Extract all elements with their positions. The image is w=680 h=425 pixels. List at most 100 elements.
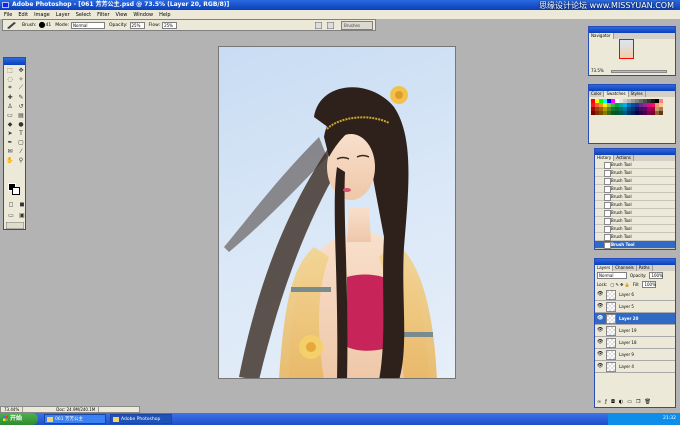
link-layers-icon[interactable]: ∞ — [597, 399, 601, 405]
menu-window[interactable]: Window — [133, 12, 153, 18]
standard-screen-mode-icon[interactable]: ▭ — [6, 211, 16, 219]
menu-select[interactable]: Select — [76, 12, 91, 18]
color-swatch[interactable] — [659, 111, 663, 115]
menu-edit[interactable]: Edit — [18, 12, 28, 18]
mode-select[interactable]: Normal — [71, 21, 106, 29]
tab-navigator[interactable]: Navigator — [589, 33, 614, 39]
layer-visibility-eye-icon[interactable]: 👁 — [597, 364, 603, 369]
history-state[interactable]: Brush Tool — [595, 217, 675, 225]
layer-visibility-eye-icon[interactable]: 👁 — [597, 316, 603, 321]
eyedropper-tool-icon[interactable]: ⁄ — [16, 147, 26, 155]
layer-opacity-input[interactable]: 100% — [649, 272, 664, 279]
type-tool-icon[interactable]: T — [16, 129, 26, 137]
marquee-tool-icon[interactable]: ⬚ — [5, 66, 15, 74]
quick-mask-mode-icon[interactable]: ◼ — [17, 200, 27, 208]
navigator-zoom-value[interactable]: 73.5% — [591, 68, 604, 73]
tab-layers[interactable]: Layers — [595, 265, 614, 271]
history-state[interactable]: Brush Tool — [595, 161, 675, 169]
history-state[interactable]: Brush Tool — [595, 209, 675, 217]
pen-tool-icon[interactable]: ✒ — [5, 138, 15, 146]
dodge-tool-icon[interactable]: ● — [16, 120, 26, 128]
layer-visibility-eye-icon[interactable]: 👁 — [597, 304, 603, 309]
slice-tool-icon[interactable]: ⟋ — [16, 84, 26, 92]
tab-swatches[interactable]: Swatches — [604, 91, 629, 97]
history-state[interactable]: Brush Tool — [595, 177, 675, 185]
tab-channels[interactable]: Channels — [613, 265, 637, 271]
tab-styles[interactable]: Styles — [629, 91, 646, 97]
adjustment-layer-icon[interactable]: ◐ — [619, 399, 623, 405]
layer-row[interactable]: 👁 Layer 4 — [595, 361, 675, 373]
tab-paths[interactable]: Paths — [637, 265, 653, 271]
layer-visibility-eye-icon[interactable]: 👁 — [597, 340, 603, 345]
taskbar-clock[interactable]: 21:32 — [663, 416, 676, 421]
opacity-input[interactable]: 25% — [129, 21, 145, 29]
layer-row[interactable]: 👁 Layer 18 — [595, 337, 675, 349]
taskbar-item-photoshop[interactable]: Adobe Photoshop — [110, 414, 172, 424]
layer-row[interactable]: 👁 Layer 20 — [595, 313, 675, 325]
standard-mode-icon[interactable]: ◻ — [6, 200, 16, 208]
jump-to-imageready-icon[interactable] — [5, 221, 25, 231]
layer-fill-input[interactable]: 100% — [642, 281, 657, 288]
blur-tool-icon[interactable]: ◆ — [5, 120, 15, 128]
layer-row[interactable]: 👁 Layer 6 — [595, 289, 675, 301]
layer-row[interactable]: 👁 Layer 5 — [595, 301, 675, 313]
document-canvas[interactable] — [218, 46, 456, 379]
history-state[interactable]: Brush Tool — [595, 225, 675, 233]
full-screen-mode-icon[interactable]: ▣ — [17, 211, 27, 219]
lasso-tool-icon[interactable]: ◌ — [5, 75, 15, 83]
layer-blend-mode-select[interactable]: Normal — [597, 272, 627, 279]
new-layer-icon[interactable]: ❐ — [636, 399, 640, 405]
notes-tool-icon[interactable]: ✉ — [5, 147, 15, 155]
history-state[interactable]: Brush Tool — [595, 241, 675, 249]
gradient-tool-icon[interactable]: ▤ — [16, 111, 26, 119]
tab-color[interactable]: Color — [589, 91, 605, 97]
background-color-swatch[interactable] — [12, 187, 20, 195]
history-brush-tool-icon[interactable]: ↺ — [16, 102, 26, 110]
taskbar-item-folder[interactable]: 061 芳芳公主 — [44, 414, 106, 424]
menu-filter[interactable]: Filter — [97, 12, 109, 18]
airbrush-toggle-icon[interactable] — [315, 22, 322, 29]
toolbox-header[interactable] — [4, 58, 25, 65]
palette-well-icon[interactable] — [327, 22, 334, 29]
crop-tool-icon[interactable]: ⌗ — [5, 84, 15, 92]
menu-image[interactable]: Image — [34, 12, 50, 18]
brush-picker[interactable]: Brush: ● 41 — [22, 21, 51, 29]
menu-file[interactable]: File — [4, 12, 12, 18]
magic-wand-tool-icon[interactable]: ✧ — [16, 75, 26, 83]
history-state[interactable]: Brush Tool — [595, 201, 675, 209]
eraser-tool-icon[interactable]: ▭ — [5, 111, 15, 119]
title-bar[interactable]: Adobe Photoshop - [061 芳芳公主.psd @ 73.5% … — [0, 0, 680, 10]
history-state[interactable]: Brush Tool — [595, 193, 675, 201]
shape-tool-icon[interactable]: ▢ — [16, 138, 26, 146]
layer-visibility-eye-icon[interactable]: 👁 — [597, 292, 603, 297]
history-state[interactable]: Brush Tool — [595, 169, 675, 177]
layer-visibility-eye-icon[interactable]: 👁 — [597, 352, 603, 357]
layer-row[interactable]: 👁 Layer 9 — [595, 349, 675, 361]
menu-layer[interactable]: Layer — [56, 12, 70, 18]
brush-tool-icon[interactable]: ✎ — [16, 93, 26, 101]
lock-icon[interactable]: ▢ ✎ ✥ 🔒 — [610, 282, 629, 287]
clone-stamp-tool-icon[interactable]: ♙ — [5, 102, 15, 110]
path-selection-tool-icon[interactable]: ➤ — [5, 129, 15, 137]
layer-row[interactable]: 👁 Layer 19 — [595, 325, 675, 337]
brushes-palette-tab[interactable]: Brushes — [341, 21, 373, 30]
move-tool-icon[interactable]: ✥ — [16, 66, 26, 74]
menu-help[interactable]: Help — [159, 12, 170, 18]
menu-view[interactable]: View — [116, 12, 128, 18]
hand-tool-icon[interactable]: ✋ — [5, 156, 15, 164]
flow-input[interactable]: 25% — [162, 21, 178, 29]
history-state[interactable]: Brush Tool — [595, 233, 675, 241]
zoom-tool-icon[interactable]: ⚲ — [16, 156, 26, 164]
layer-visibility-eye-icon[interactable]: 👁 — [597, 328, 603, 333]
start-button[interactable]: 开始 — [0, 413, 38, 425]
status-doc-size[interactable]: Doc: 24.9M/240.1M — [53, 407, 100, 412]
status-zoom[interactable]: 73.44% — [1, 407, 24, 412]
delete-layer-icon[interactable]: 🗑 — [645, 399, 651, 405]
new-group-icon[interactable]: ▭ — [627, 399, 632, 405]
navigator-zoom-slider[interactable] — [611, 70, 667, 73]
brush-tool-preset-icon[interactable] — [6, 21, 18, 29]
layer-style-icon[interactable]: ƒ — [605, 399, 607, 405]
navigator-thumbnail[interactable] — [619, 39, 634, 59]
history-state[interactable]: Brush Tool — [595, 185, 675, 193]
healing-brush-tool-icon[interactable]: ✚ — [5, 93, 15, 101]
